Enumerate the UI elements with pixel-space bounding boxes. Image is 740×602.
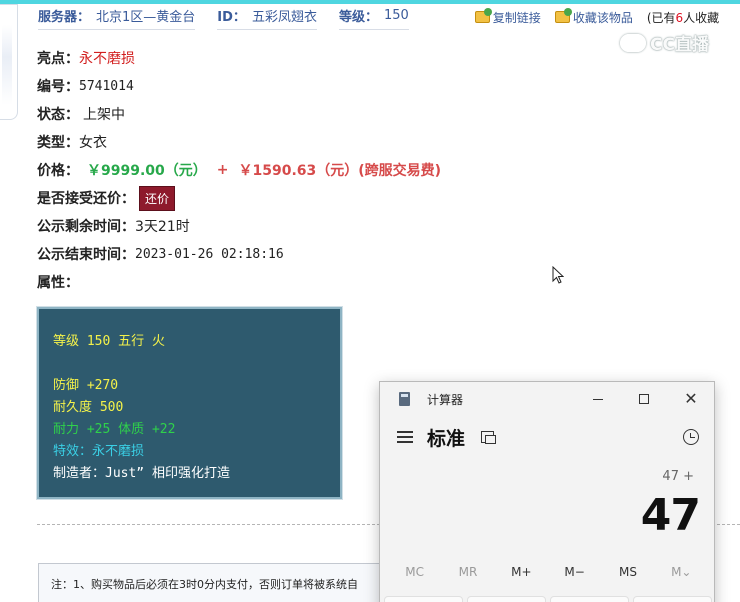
status-value: 上架中 [83,107,125,123]
favorite-count-suffix: 人收藏 [683,10,720,25]
copy-link-label: 复制链接 [492,10,541,25]
attr-level-element: 等级 150 五行 火 [53,334,165,349]
price-fee: ￥1590.63（元）(跨服交易费) [238,163,442,179]
calculator-header: 标准 [380,416,714,458]
type-label: 类型： [37,135,79,151]
memory-list-button[interactable]: M⌄ [656,565,706,589]
keypad-key[interactable] [550,596,629,602]
copy-link-icon [474,8,492,23]
type-value: 女衣 [79,135,107,151]
level-value: 150 [383,8,409,23]
memory-row: MC MR M+ M− MS M⌄ [380,565,716,589]
mouse-cursor-icon [552,266,564,284]
maximize-button[interactable] [621,382,667,416]
favorite-count-prefix: (已有 [646,10,676,25]
level-label: 等级： [338,10,378,25]
attr-stats: 耐力 +25 体质 +22 [53,422,176,437]
keypad-row [384,596,712,602]
type-row: 类型： 女衣 [37,128,537,156]
end-time-label: 公示结束时间： [37,247,135,263]
calculator-title: 计算器 [427,392,464,407]
keypad-key[interactable] [633,596,712,602]
favorite-count-number: 6 [675,10,684,25]
minimize-button[interactable] [575,382,621,416]
calculator-expression: 47 + [662,469,694,484]
maximize-icon [639,394,649,404]
purchase-notice: 注：1、购买物品后必须在3时0分内支付，否则订单将被系统自 [38,563,398,602]
attr-defense: 防御 +270 [53,378,119,393]
minimize-icon [593,398,603,400]
highlight-label: 亮点： [37,51,79,67]
calculator-app-icon [399,392,410,406]
item-id-row: 编号： 5741014 [37,72,537,100]
server-label: 服务器： [38,10,91,25]
status-label: 状态： [37,107,79,123]
favorite-label: 收藏该物品 [572,10,633,25]
calculator-mode: 标准 [427,427,466,450]
keypad-key[interactable] [384,596,463,602]
close-button[interactable]: ✕ [668,382,714,416]
counter-offer-label: 是否接受还价： [37,191,135,207]
price-row: 价格： ￥9999.00（元） + ￥1590.63（元）(跨服交易费) [37,156,537,184]
server-value: 北京1区—黄金台 [96,10,196,25]
attr-durability: 耐久度 500 [53,400,124,415]
close-icon: ✕ [684,389,698,408]
server-info: 服务器： 北京1区—黄金台 [38,4,196,30]
end-time-value: 2023-01-26 02:18:16 [135,246,284,262]
calculator-display: 47 [640,490,701,541]
remaining-time-label: 公示剩余时间： [37,219,135,235]
stream-watermark: CC直播 [620,30,709,55]
item-id-value: 5741014 [79,78,134,94]
attr-special-effect: 特效：永不磨损 [53,444,145,459]
favorite-count: (已有6人收藏 [647,9,719,26]
memory-subtract-button[interactable]: M− [550,565,600,589]
history-icon[interactable] [683,429,699,445]
side-panel-image [2,25,12,105]
id-label: ID： [217,10,246,25]
remaining-time-row: 公示剩余时间： 3天21时 [37,212,537,240]
highlight-row: 亮点： 永不磨损 [37,44,537,72]
attr-spacer [53,309,326,331]
attributes-label: 属性： [37,275,79,291]
left-side-panel [0,4,18,120]
keypad-key[interactable] [467,596,546,602]
status-row: 状态： 上架中 [37,100,537,128]
keep-on-top-icon[interactable] [481,431,497,444]
memory-clear-button[interactable]: MC [390,565,440,589]
item-details: 亮点： 永不磨损 编号： 5741014 状态： 上架中 类型： 女衣 价格： … [37,44,537,296]
counter-offer-button[interactable]: 还价 [139,185,176,211]
price-label: 价格： [37,163,79,179]
level-info: 等级： 150 [338,4,409,30]
id-value: 五彩凤翅衣 [251,10,317,25]
attributes-row: 属性： [37,268,537,296]
calculator-titlebar[interactable]: 计算器 ✕ [380,382,714,416]
remaining-time-value: 3天21时 [135,219,190,235]
highlight-value: 永不磨损 [79,51,135,67]
attr-spacer [53,353,326,375]
memory-store-button[interactable]: MS [603,565,653,589]
item-header-bar: 服务器： 北京1区—黄金台 ID： 五彩凤翅衣 等级： 150 复制链接 收藏该… [28,4,740,30]
attributes-box: 等级 150 五行 火 防御 +270 耐久度 500 耐力 +25 体质 +2… [36,306,343,500]
price-plus: + [216,162,229,178]
calculator-window: 计算器 ✕ 标准 47 + 47 MC MR M+ M− MS M⌄ [379,381,715,602]
copy-link-button[interactable]: 复制链接 [474,8,541,26]
memory-recall-button[interactable]: MR [443,565,493,589]
menu-icon[interactable] [397,431,413,443]
memory-add-button[interactable]: M+ [496,565,546,589]
watermark-text: CC直播 [650,35,709,55]
favorite-button[interactable]: 收藏该物品 [554,8,633,26]
watermark-logo-icon [620,33,646,52]
end-time-row: 公示结束时间： 2023-01-26 02:18:16 [37,240,537,268]
price-main: ￥9999.00（元） [87,163,207,179]
item-id-label: 编号： [37,79,79,95]
id-info: ID： 五彩凤翅衣 [217,4,317,30]
counter-offer-row: 是否接受还价： 还价 [37,184,537,212]
attr-maker: 制造者：Just” 相印强化打造 [53,466,230,481]
favorite-icon [554,8,572,23]
